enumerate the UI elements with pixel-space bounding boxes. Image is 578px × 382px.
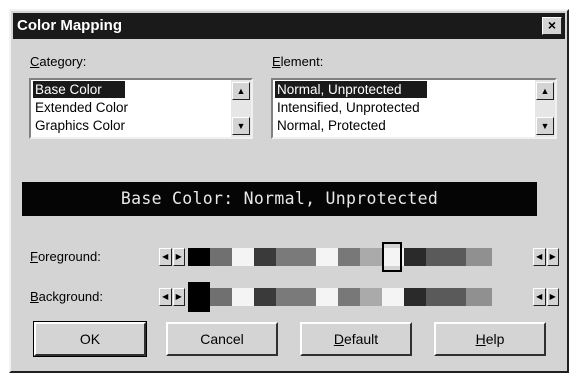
element-item-normal-protected[interactable]: Normal, Protected — [275, 117, 386, 134]
close-button[interactable]: × — [542, 17, 562, 35]
arrow-right-icon: ▶ — [172, 248, 185, 266]
color-preview: Base Color: Normal, Unprotected — [22, 182, 537, 216]
color-swatch[interactable] — [382, 288, 404, 306]
color-swatch[interactable] — [276, 248, 316, 266]
color-swatch[interactable] — [188, 248, 210, 266]
arrow-left-icon: ◀ — [533, 288, 546, 306]
foreground-selector-handle[interactable] — [382, 242, 402, 272]
title-bar[interactable]: Color Mapping × — [13, 13, 565, 39]
background-palette[interactable] — [188, 288, 492, 306]
foreground-label: Foreground: — [30, 249, 101, 264]
category-label: Category: — [30, 54, 87, 69]
color-swatch[interactable] — [210, 248, 232, 266]
background-selector-handle[interactable] — [188, 282, 210, 312]
color-swatch[interactable] — [254, 248, 276, 266]
background-right-spinner[interactable]: ◀ ▶ — [533, 288, 559, 306]
arrow-left-icon: ◀ — [533, 248, 546, 266]
arrow-left-icon: ◀ — [159, 248, 172, 266]
scroll-down-icon[interactable]: ▼ — [536, 117, 554, 135]
background-left-spinner[interactable]: ◀ ▶ — [159, 288, 185, 306]
scroll-down-icon[interactable]: ▼ — [232, 117, 250, 135]
arrow-right-icon: ▶ — [546, 288, 559, 306]
color-swatch[interactable] — [360, 248, 382, 266]
dialog-title: Color Mapping — [17, 17, 122, 34]
color-swatch[interactable] — [426, 288, 466, 306]
arrow-left-icon: ◀ — [159, 288, 172, 306]
foreground-palette[interactable] — [188, 248, 492, 266]
foreground-left-spinner[interactable]: ◀ ▶ — [159, 248, 185, 266]
element-label: Element: — [272, 54, 324, 69]
ok-button[interactable]: OK — [33, 321, 147, 357]
color-swatch[interactable] — [360, 288, 382, 306]
scroll-up-icon[interactable]: ▲ — [232, 82, 250, 100]
color-swatch[interactable] — [210, 288, 232, 306]
close-icon: × — [547, 17, 557, 33]
element-item-intensified-unprotected[interactable]: Intensified, Unprotected — [275, 99, 420, 116]
category-item-graphics-color[interactable]: Graphics Color — [33, 117, 125, 134]
category-item-base-color[interactable]: Base Color — [33, 81, 125, 98]
scroll-up-icon[interactable]: ▲ — [536, 82, 554, 100]
background-label: Background: — [30, 289, 103, 304]
color-swatch[interactable] — [404, 248, 426, 266]
foreground-right-spinner[interactable]: ◀ ▶ — [533, 248, 559, 266]
color-swatch[interactable] — [338, 288, 360, 306]
default-button[interactable]: Default — [300, 322, 412, 356]
color-swatch[interactable] — [404, 288, 426, 306]
help-button[interactable]: Help — [434, 322, 546, 356]
category-listbox[interactable]: Base Color Extended Color Graphics Color… — [29, 78, 253, 139]
category-item-extended-color[interactable]: Extended Color — [33, 99, 128, 116]
color-swatch[interactable] — [316, 288, 338, 306]
color-swatch[interactable] — [254, 288, 276, 306]
color-swatch[interactable] — [316, 248, 338, 266]
category-scrollbar[interactable]: ▲ ▼ — [231, 80, 251, 137]
arrow-right-icon: ▶ — [546, 248, 559, 266]
cancel-button[interactable]: Cancel — [166, 322, 278, 356]
color-swatch[interactable] — [232, 288, 254, 306]
color-swatch[interactable] — [466, 248, 492, 266]
color-swatch[interactable] — [276, 288, 316, 306]
color-swatch[interactable] — [232, 248, 254, 266]
color-swatch[interactable] — [466, 288, 492, 306]
arrow-right-icon: ▶ — [172, 288, 185, 306]
color-swatch[interactable] — [338, 248, 360, 266]
element-scrollbar[interactable]: ▲ ▼ — [535, 80, 555, 137]
color-swatch[interactable] — [426, 248, 466, 266]
element-listbox[interactable]: Normal, Unprotected Intensified, Unprote… — [271, 78, 557, 139]
element-item-normal-unprotected[interactable]: Normal, Unprotected — [275, 81, 427, 98]
